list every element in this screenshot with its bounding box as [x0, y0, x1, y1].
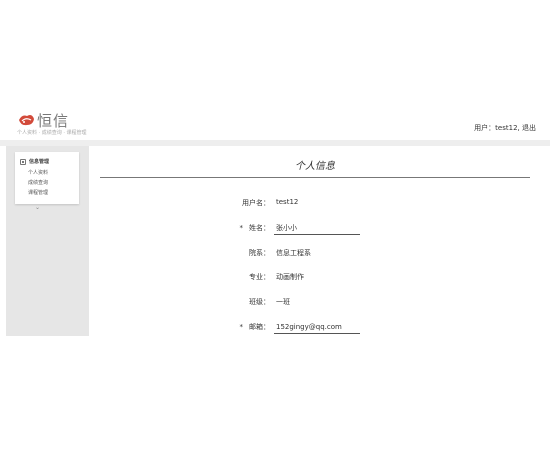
major-field-value: 动画制作 — [276, 273, 304, 281]
logout-link[interactable]: 退出 — [522, 124, 536, 132]
brand-name: 恒信 — [37, 112, 70, 130]
required-mark: * — [239, 224, 244, 232]
class-field-label: 班级： — [249, 298, 270, 306]
username: test12 — [495, 124, 518, 132]
name-field-label: * 姓名： — [200, 223, 271, 233]
sidebar-item-courses[interactable]: 课程管理 — [28, 189, 48, 196]
brand-slogan: 个人资料 · 成绩查询 · 课程管理 — [17, 130, 87, 136]
user-separator: , — [517, 124, 520, 132]
logo-icon — [19, 115, 34, 126]
page-title: 个人信息 — [295, 161, 335, 172]
required-mark: * — [239, 323, 244, 331]
email-input[interactable] — [274, 321, 360, 334]
sidebar-item-grades[interactable]: 成绩查询 — [28, 179, 48, 186]
sidebar-menu: 信息管理 个人资料 成绩查询 课程管理 — [15, 152, 79, 204]
sidebar: 信息管理 个人资料 成绩查询 课程管理 ⌄ — [6, 146, 89, 336]
username-field-value: test12 — [276, 198, 299, 206]
user-label: 用户： — [474, 124, 496, 132]
name-input[interactable] — [274, 222, 360, 235]
sidebar-group-title: 信息管理 — [29, 159, 50, 165]
title-divider — [100, 177, 530, 178]
major-field-label: 专业： — [249, 273, 270, 281]
sidebar-item-profile[interactable]: 个人资料 — [28, 169, 48, 176]
class-field-value: 一班 — [276, 298, 290, 306]
department-field-value: 信息工程系 — [276, 249, 311, 257]
email-field-label: * 邮箱： — [200, 322, 271, 332]
username-field-label: 用户名： — [242, 199, 270, 207]
user-area: 用户：test12, 退出 — [474, 123, 536, 133]
name-label-text: 姓名： — [249, 224, 270, 232]
email-label-text: 邮箱： — [249, 323, 270, 331]
department-field-label: 院系： — [249, 249, 270, 257]
chevron-down-icon[interactable]: ⌄ — [35, 204, 40, 211]
sidebar-group-info-management[interactable]: 信息管理 — [20, 158, 49, 165]
info-management-icon — [20, 158, 26, 165]
